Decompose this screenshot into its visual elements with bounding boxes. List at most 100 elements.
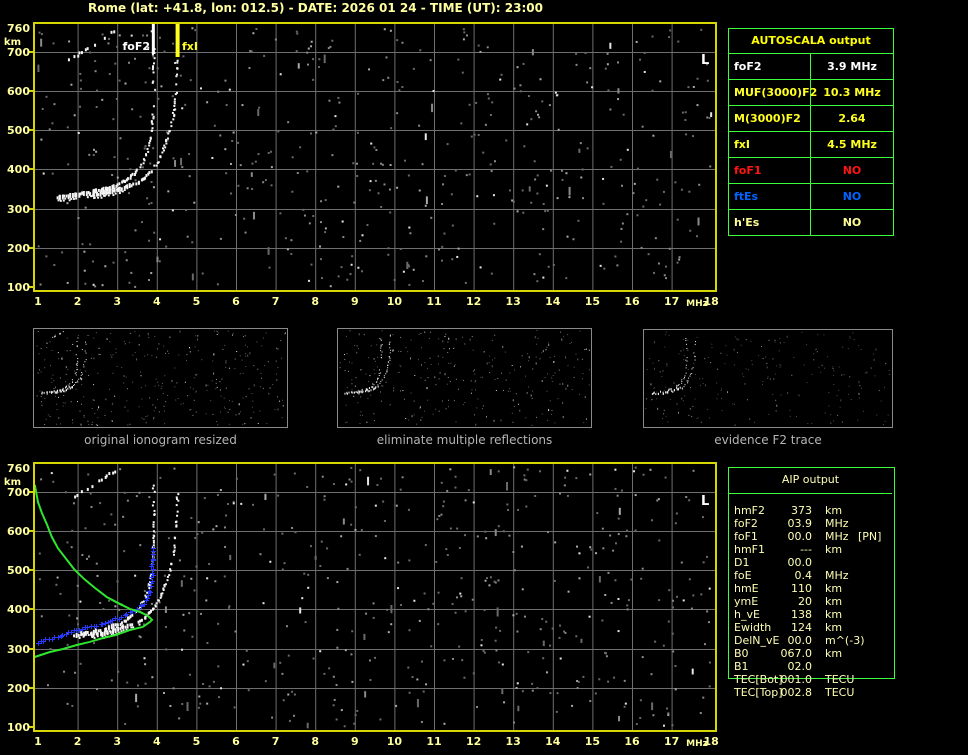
autoscala-param-label: ftEs bbox=[729, 184, 811, 209]
x-axis-tick-label: 13 bbox=[505, 735, 521, 748]
y-axis-tick-label: 100 bbox=[7, 281, 30, 294]
autoscala-param-label: foF1 bbox=[729, 158, 811, 183]
autoscala-param-value: NO bbox=[842, 164, 862, 177]
x-axis-tick-label: 3 bbox=[113, 295, 122, 308]
aip-value: 00.0 bbox=[787, 556, 813, 569]
aip-row-h_vE: h_vE 138 km bbox=[728, 608, 893, 621]
x-axis-tick-label: 17 bbox=[663, 735, 680, 748]
aip-unit: km bbox=[825, 647, 843, 660]
aip-value: 002.8 bbox=[780, 686, 813, 699]
autoscala-row-MUF(3000)F2: MUF(3000)F2 10.3 MHz bbox=[729, 80, 893, 106]
ionogram-flag-L-bottom: L bbox=[701, 494, 710, 509]
aip-row-hmF1: hmF1 --- km bbox=[728, 543, 893, 556]
y-axis-tick-label: 400 bbox=[7, 163, 30, 177]
thumbnail-caption-eliminate: eliminate multiple reflections bbox=[376, 433, 553, 447]
x-axis-tick-label: 8 bbox=[311, 295, 320, 308]
x-axis-tick-label: 14 bbox=[545, 735, 561, 748]
aip-table-title: AIP output bbox=[729, 467, 892, 494]
autoscala-row-ftEs: ftEs NO bbox=[729, 184, 893, 210]
x-axis-unit-label: MHz bbox=[686, 299, 708, 309]
ionogram-flag-L-top: L bbox=[701, 53, 710, 68]
aip-unit: TECU bbox=[825, 686, 855, 699]
aip-value: 02.0 bbox=[787, 660, 813, 673]
aip-row-hmE: hmE 110 km bbox=[728, 582, 893, 595]
x-axis-tick-label: 14 bbox=[545, 295, 561, 308]
x-axis-tick-label: 5 bbox=[192, 735, 201, 748]
x-axis-tick-label: 8 bbox=[311, 735, 320, 748]
autoscala-param-value: 10.3 MHz bbox=[823, 86, 881, 99]
aip-label: B1 bbox=[734, 660, 749, 673]
aip-unit: km bbox=[825, 608, 843, 621]
autoscala-table-title: AUTOSCALA output bbox=[729, 29, 893, 54]
y-axis-unit-label: km bbox=[3, 37, 21, 48]
aip-unit: km bbox=[825, 582, 843, 595]
x-axis-tick-label: 17 bbox=[663, 295, 680, 308]
aip-value: 03.9 bbox=[787, 517, 813, 530]
aip-value: 20 bbox=[798, 595, 812, 608]
aip-row-Ewidth: Ewidth 124 km bbox=[728, 621, 893, 634]
y-axis-tick-label: 400 bbox=[7, 603, 30, 617]
y-axis-tick-label: 300 bbox=[7, 642, 30, 656]
aip-value: 067.0 bbox=[780, 647, 813, 660]
aip-value: 138 bbox=[791, 608, 812, 621]
autoscala-param-label: h'Es bbox=[729, 210, 811, 235]
x-axis-tick-label: 9 bbox=[350, 295, 359, 308]
aip-value: 0.4 bbox=[794, 569, 813, 582]
aip-row-DelN_vE: DelN_vE 00.0 m^(-3) bbox=[728, 634, 893, 647]
x-axis-tick-label: 11 bbox=[426, 735, 442, 748]
x-axis-tick-label: 5 bbox=[192, 295, 201, 308]
aip-output-table: AIP output hmF2 373 km foF2 03.9 MHz foF1 00.0 M… bbox=[728, 467, 893, 699]
x-axis-tick-label: 9 bbox=[350, 735, 359, 748]
y-axis-tick-label: 600 bbox=[7, 84, 30, 98]
autoscala-row-foF2: foF2 3.9 MHz bbox=[729, 54, 893, 80]
aip-value: 373 bbox=[791, 504, 812, 517]
autoscala-row-M(3000)F2: M(3000)F2 2.64 bbox=[729, 106, 893, 132]
autoscala-param-value: 4.5 MHz bbox=[827, 138, 877, 151]
autoscala-param-value: 3.9 MHz bbox=[827, 60, 877, 73]
x-axis-tick-label: 6 bbox=[232, 735, 240, 748]
x-axis-tick-label: 4 bbox=[152, 295, 161, 308]
aip-value: 00.0 bbox=[787, 530, 813, 543]
x-axis-tick-label: 16 bbox=[624, 735, 640, 748]
x-axis-tick-label: 10 bbox=[386, 735, 403, 748]
x-axis-tick-label: 13 bbox=[505, 295, 521, 308]
y-axis-tick-label: 100 bbox=[7, 721, 30, 734]
aip-unit: TECU bbox=[825, 673, 855, 686]
aip-value: --- bbox=[800, 543, 812, 556]
autoscala-param-label: MUF(3000)F2 bbox=[729, 80, 817, 105]
thumbnail-original-ionogram bbox=[33, 328, 288, 428]
y-axis-tick-label: 200 bbox=[7, 241, 30, 255]
x-axis-tick-label: 1 bbox=[34, 295, 42, 308]
autoscala-row-foF1: foF1 NO bbox=[729, 158, 893, 184]
y-axis-tick-label: 760 bbox=[7, 462, 30, 476]
aip-value: 110 bbox=[791, 582, 812, 595]
aip-row-B0: B0 067.0 km bbox=[728, 647, 893, 660]
x-axis-unit-label: MHz bbox=[686, 739, 708, 749]
x-axis-tick-label: 3 bbox=[113, 735, 122, 748]
foF2-marker-label: foF2 bbox=[122, 40, 150, 53]
thumbnail-eliminate-reflections bbox=[337, 328, 592, 428]
x-axis-tick-label: 1 bbox=[34, 735, 42, 748]
aip-row-foE: foE 0.4 MHz bbox=[728, 569, 893, 582]
x-axis-tick-label: 15 bbox=[584, 295, 601, 308]
autoscala-param-label: foF2 bbox=[729, 54, 811, 79]
bottom-ionogram-canvas bbox=[26, 460, 720, 736]
x-axis-tick-label: 4 bbox=[152, 735, 161, 748]
y-axis-tick-label: 200 bbox=[7, 681, 30, 695]
autoscala-row-h'Es: h'Es NO bbox=[729, 210, 893, 235]
aip-unit: m^(-3) bbox=[825, 634, 865, 647]
x-axis-tick-label: 7 bbox=[271, 735, 280, 748]
aip-row-ymE: ymE 20 km bbox=[728, 595, 893, 608]
aip-row-foF1: foF1 00.0 MHz [PN] bbox=[728, 530, 893, 543]
y-axis-tick-label: 600 bbox=[7, 524, 30, 538]
y-axis-tick-label: 760 bbox=[7, 22, 30, 36]
aip-unit: km bbox=[825, 504, 843, 517]
x-axis-tick-label: 12 bbox=[465, 295, 482, 308]
aip-unit: km bbox=[825, 595, 843, 608]
aip-unit: MHz bbox=[825, 517, 849, 530]
aip-unit: km bbox=[825, 621, 843, 634]
thumbnail-caption-original: original ionogram resized bbox=[84, 433, 237, 447]
autoscala-param-value: NO bbox=[842, 216, 862, 229]
autoscala-param-label: fxI bbox=[729, 132, 811, 157]
autoscala-table-rows: foF2 3.9 MHz MUF(3000)F2 10.3 MHz M(3000)F2 2… bbox=[729, 54, 893, 235]
